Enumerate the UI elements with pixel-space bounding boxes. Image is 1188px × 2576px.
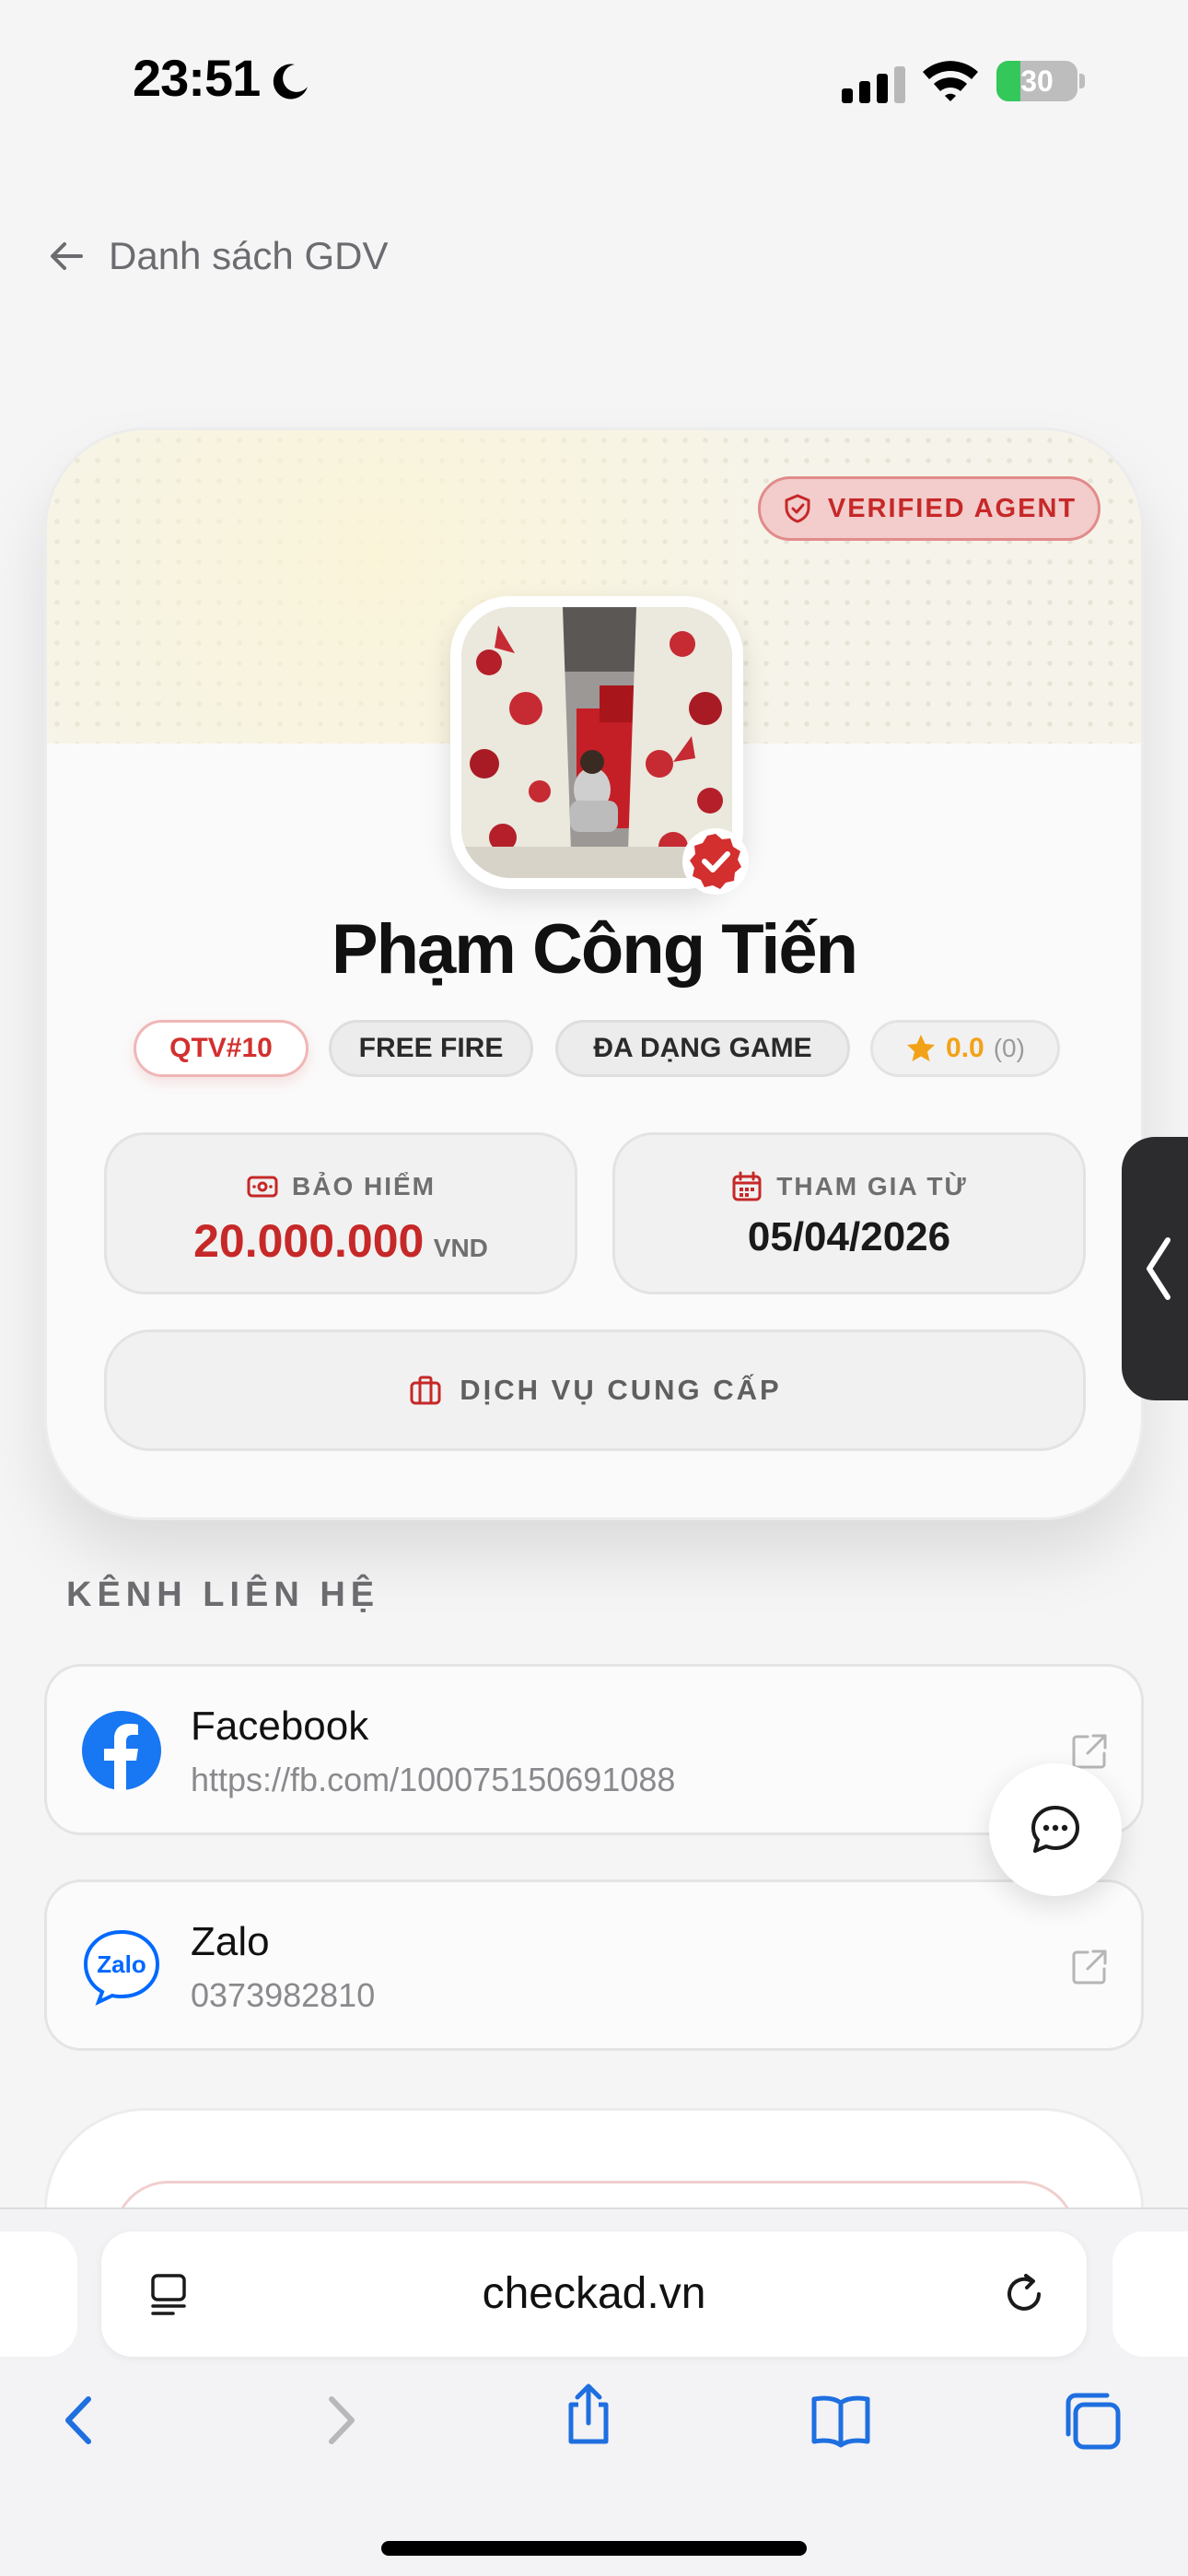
external-link-icon[interactable] [1069, 1947, 1110, 1987]
battery-indicator: 30 [996, 61, 1085, 101]
contact-section-title: KÊNH LIÊN HỆ [66, 1575, 380, 1614]
contact-name: Facebook [191, 1704, 369, 1749]
contact-name: Zalo [191, 1919, 270, 1964]
browser-forward-icon[interactable] [308, 2388, 372, 2453]
services-label: DỊCH VỤ CUNG CẤP [460, 1374, 782, 1406]
insurance-amount: 20.000.000 [193, 1215, 425, 1267]
facebook-icon [82, 1711, 161, 1792]
briefcase-icon [410, 1376, 441, 1405]
agent-id-tag: QTV#10 [134, 1020, 309, 1077]
browser-toolbar: checkad.vn [0, 2207, 1188, 2576]
verified-agent-badge: VERIFIED AGENT [758, 476, 1101, 541]
rating-value: 0.0 [946, 1033, 984, 1063]
agent-name: Phạm Công Tiến [331, 910, 858, 989]
previous-tab-peek[interactable] [0, 2231, 77, 2357]
back-link[interactable]: Danh sách GDV [48, 228, 388, 284]
address-text: checkad.vn [482, 2269, 706, 2318]
contact-url[interactable]: https://fb.com/100075150691088 [191, 1761, 675, 1799]
cellular-signal-icon [842, 66, 905, 103]
reload-icon[interactable] [1000, 2270, 1048, 2318]
star-icon [907, 1035, 936, 1061]
joined-stat: THAM GIA TỪ 05/04/2026 [612, 1132, 1086, 1294]
tabs-icon[interactable] [1061, 2388, 1125, 2453]
genre-tag: ĐA DẠNG GAME [555, 1020, 850, 1077]
status-bar: 23:51 30 [0, 0, 1188, 147]
side-drawer-handle[interactable] [1122, 1137, 1188, 1400]
moon-icon [273, 64, 308, 100]
back-link-label: Danh sách GDV [109, 234, 389, 277]
calendar-icon [732, 1171, 762, 1201]
home-indicator [381, 2541, 807, 2556]
services-button[interactable]: DỊCH VỤ CUNG CẤP [104, 1329, 1086, 1451]
joined-date: 05/04/2026 [747, 1214, 951, 1259]
contact-facebook[interactable]: Facebook https://fb.com/100075150691088 [44, 1664, 1144, 1835]
chat-bubble-icon [1031, 1806, 1079, 1853]
address-bar[interactable]: checkad.vn [101, 2231, 1087, 2357]
browser-back-icon[interactable] [48, 2388, 112, 2453]
chevron-left-icon [1147, 1237, 1171, 1300]
chat-button[interactable] [989, 1763, 1122, 1896]
shield-check-icon [785, 494, 810, 523]
insurance-unit: VND [433, 1234, 488, 1262]
verified-check-icon [682, 828, 749, 895]
svg-text:Zalo: Zalo [97, 1950, 146, 1978]
money-icon [247, 1176, 278, 1198]
agent-profile-card: VERIFIED AGENT Phạm Công Tiến QTV#10 FRE… [44, 427, 1144, 1520]
verified-agent-label: VERIFIED AGENT [827, 493, 1077, 523]
battery-level: 30 [1020, 64, 1054, 98]
joined-label: THAM GIA TỪ [776, 1172, 968, 1200]
insurance-label: BẢO HIỂM [292, 1172, 436, 1200]
contact-phone[interactable]: 0373982810 [191, 1976, 375, 2015]
share-icon[interactable] [556, 2383, 621, 2447]
status-time: 23:51 [133, 49, 261, 107]
insurance-stat: BẢO HIỂM 20.000.000 VND [104, 1132, 577, 1294]
zalo-icon: Zalo [83, 1929, 160, 2006]
contact-zalo[interactable]: Zalo Zalo 0373982810 [44, 1879, 1144, 2051]
bookmarks-icon[interactable] [809, 2388, 873, 2453]
next-tab-peek[interactable] [1112, 2231, 1188, 2357]
rating-tag: 0.0 (0) [870, 1020, 1060, 1077]
game-tag: FREE FIRE [329, 1020, 533, 1077]
rating-count: (0) [993, 1034, 1025, 1062]
arrow-left-icon [51, 242, 83, 270]
wifi-icon [923, 61, 978, 101]
